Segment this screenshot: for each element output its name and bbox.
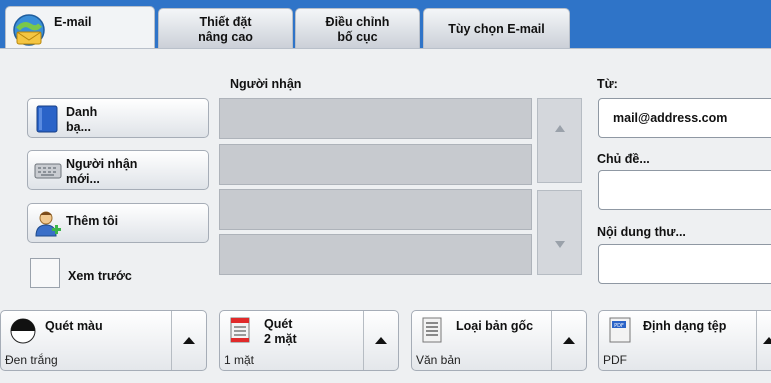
svg-text:PDF: PDF xyxy=(614,323,624,329)
original-type-dropdown[interactable] xyxy=(551,311,586,370)
tab-bar: E-mail Thiết đặt nâng cao Điều chỉnh bố … xyxy=(0,0,771,52)
up-arrow-icon xyxy=(563,337,575,344)
address-book-button[interactable]: Danh bạ... xyxy=(27,98,209,138)
recipient-row[interactable] xyxy=(219,98,532,139)
duplex-scan-label: Quét 2 mặt xyxy=(264,317,297,346)
document-icon xyxy=(422,317,442,343)
book-icon xyxy=(36,105,58,133)
original-type-button[interactable]: Loại bản gốc Văn bản xyxy=(411,310,587,371)
subject-field[interactable] xyxy=(598,170,771,210)
color-scan-value: Đen trắng xyxy=(5,353,58,367)
up-arrow-icon xyxy=(183,337,195,344)
from-value: mail@address.com xyxy=(613,111,728,125)
tab-advanced-settings[interactable]: Thiết đặt nâng cao xyxy=(158,8,293,50)
recipients-header: Người nhận xyxy=(230,77,302,91)
preview-label: Xem trước xyxy=(68,269,132,283)
recipient-scroll-down-button[interactable] xyxy=(537,190,582,275)
person-add-icon xyxy=(34,210,62,238)
color-half-circle-icon xyxy=(9,317,37,345)
email-globe-icon xyxy=(12,13,46,47)
original-type-label: Loại bản gốc xyxy=(456,319,534,333)
pdf-icon: PDF xyxy=(609,317,631,343)
recipient-row[interactable] xyxy=(219,189,532,230)
file-format-dropdown[interactable] xyxy=(756,311,771,370)
file-format-button[interactable]: PDF Định dạng tệp PDF xyxy=(598,310,771,371)
message-body-field[interactable] xyxy=(598,244,771,284)
message-body-label: Nội dung thư... xyxy=(597,225,686,239)
up-arrow-icon xyxy=(763,337,771,344)
subject-label: Chủ đề... xyxy=(597,152,650,166)
preview-checkbox[interactable] xyxy=(30,258,60,288)
duplex-scan-value: 1 mặt xyxy=(224,353,255,367)
email-panel: Danh bạ... Người nhận mới... Thêm tôi Xe… xyxy=(0,48,771,383)
color-scan-dropdown[interactable] xyxy=(171,311,206,370)
keyboard-icon xyxy=(34,163,62,179)
duplex-scan-button[interactable]: Quét 2 mặt 1 mặt xyxy=(219,310,399,371)
scroll-up-icon xyxy=(555,125,565,132)
tab-email-options[interactable]: Tùy chọn E-mail xyxy=(423,8,570,50)
add-me-button[interactable]: Thêm tôi xyxy=(27,203,209,243)
recipient-scroll-up-button[interactable] xyxy=(537,98,582,183)
file-format-value: PDF xyxy=(603,353,627,367)
tab-email[interactable]: E-mail xyxy=(5,6,155,52)
tab-email-label: E-mail xyxy=(54,15,92,29)
tab-layout-adjustment[interactable]: Điều chỉnh bố cục xyxy=(295,8,420,50)
scroll-down-icon xyxy=(555,241,565,248)
up-arrow-icon xyxy=(375,337,387,344)
duplex-scan-dropdown[interactable] xyxy=(363,311,398,370)
tab-layout-adjustment-label: Điều chỉnh bố cục xyxy=(325,15,390,44)
file-format-label: Định dạng tệp xyxy=(643,319,727,333)
recipient-row[interactable] xyxy=(219,144,532,185)
tab-email-options-label: Tùy chọn E-mail xyxy=(448,22,545,36)
color-scan-label: Quét màu xyxy=(45,319,103,333)
duplex-page-icon xyxy=(230,317,250,343)
address-book-label: Danh bạ... xyxy=(66,105,98,134)
color-scan-button[interactable]: Quét màu Đen trắng xyxy=(0,310,207,371)
tab-advanced-settings-label: Thiết đặt nâng cao xyxy=(198,15,253,44)
add-me-label: Thêm tôi xyxy=(66,214,119,228)
original-type-value: Văn bản xyxy=(416,353,461,367)
new-recipient-button[interactable]: Người nhận mới... xyxy=(27,150,209,190)
from-label: Từ: xyxy=(597,77,618,91)
recipient-row[interactable] xyxy=(219,234,532,275)
new-recipient-label: Người nhận mới... xyxy=(66,157,138,186)
from-field[interactable]: mail@address.com xyxy=(598,98,771,138)
